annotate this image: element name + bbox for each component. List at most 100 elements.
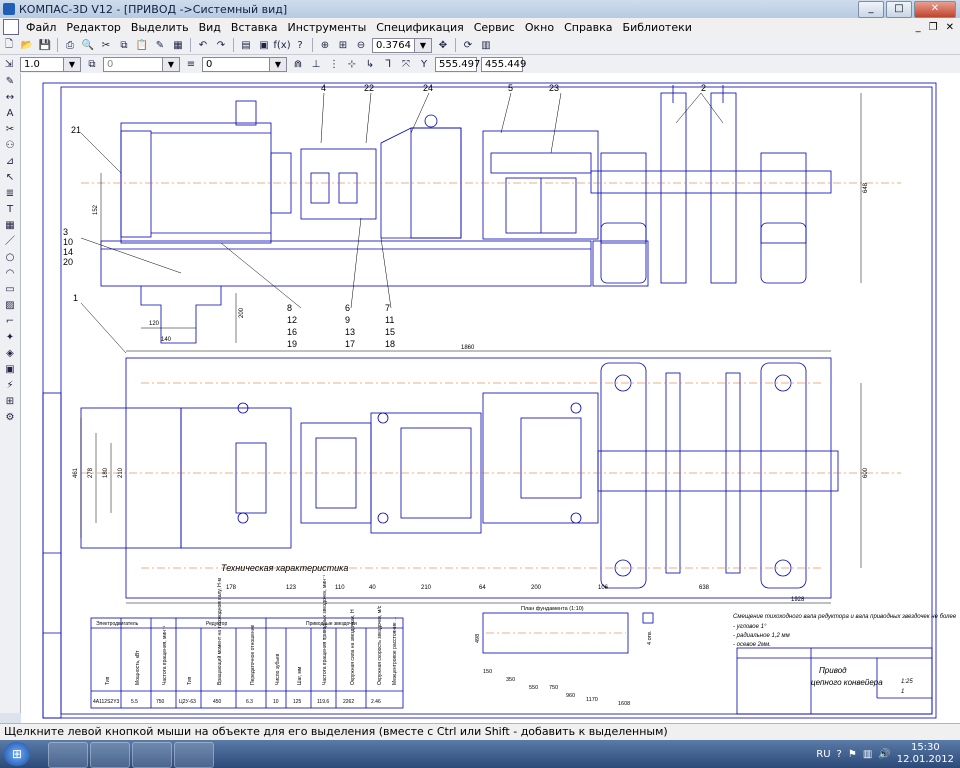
table-icon[interactable]: ▦ [2, 219, 18, 233]
menu-edit[interactable]: Редактор [61, 21, 126, 34]
help-pointer-icon[interactable]: ? [292, 38, 308, 52]
annotation-icon[interactable]: A [2, 107, 18, 121]
scale-combo[interactable]: 1.0 ▼ [20, 56, 81, 72]
clock[interactable]: 15:30 12.01.2012 [897, 742, 954, 766]
settings-icon[interactable]: ⚙ [2, 411, 18, 425]
print-icon[interactable]: ⎙ [62, 38, 78, 52]
fragment-icon[interactable]: ◈ [2, 347, 18, 361]
maximize-button[interactable]: □ [886, 1, 912, 18]
undo-icon[interactable]: ↶ [195, 38, 211, 52]
manager-icon[interactable]: ▤ [238, 38, 254, 52]
format-painter-icon[interactable]: ✎ [152, 38, 168, 52]
paste-icon[interactable]: 📋 [134, 38, 150, 52]
edit-icon[interactable]: ✂ [2, 123, 18, 137]
menu-libraries[interactable]: Библиотеки [618, 21, 697, 34]
measure-icon[interactable]: ⊿ [2, 155, 18, 169]
drawing-canvas[interactable]: 4 22 24 5 23 2 21 3 10 14 20 1 8 12 16 1… [21, 73, 960, 723]
chevron-down-icon[interactable]: ▼ [162, 57, 179, 71]
menu-help[interactable]: Справка [559, 21, 617, 34]
doc-close-button[interactable]: ✕ [946, 22, 954, 33]
geometry-icon[interactable]: ✎ [2, 75, 18, 89]
doc-minimize-button[interactable]: _ [916, 22, 921, 33]
circle-icon[interactable]: ○ [2, 251, 18, 265]
properties-icon[interactable]: ▦ [170, 38, 186, 52]
open-icon[interactable]: 📂 [19, 38, 35, 52]
style-value[interactable]: 0 [203, 58, 269, 71]
menu-file[interactable]: Файл [21, 21, 61, 34]
cut-icon[interactable]: ✂ [98, 38, 114, 52]
zoom-value[interactable]: 0.3764 [373, 39, 414, 52]
minimize-button[interactable]: _ [858, 1, 884, 18]
line-icon[interactable]: ／ [2, 235, 18, 249]
layer-value[interactable]: 0 [104, 58, 162, 71]
volume-icon[interactable]: 🔊 [878, 749, 890, 760]
drawing-sheet[interactable]: 4 22 24 5 23 2 21 3 10 14 20 1 8 12 16 1… [21, 73, 960, 723]
zoom-combo[interactable]: 0.3764 ▼ [372, 37, 432, 53]
zoom-window-icon[interactable]: ⊞ [335, 38, 351, 52]
copy-icon[interactable]: ⧉ [116, 38, 132, 52]
coord-y-field[interactable]: 455.449 [481, 56, 526, 72]
axis-icon[interactable]: ↳ [362, 57, 378, 71]
scale-value[interactable]: 1.0 [21, 58, 63, 71]
coord-x-field[interactable]: 555.497 [435, 56, 480, 72]
chrome-taskbar-icon[interactable] [90, 742, 130, 768]
dim-text: 178 [226, 585, 237, 591]
hatch-icon[interactable]: ▨ [2, 299, 18, 313]
redo-icon[interactable]: ↷ [213, 38, 229, 52]
menu-view[interactable]: Вид [194, 21, 226, 34]
parametrization-icon[interactable]: ⚇ [2, 139, 18, 153]
rect-icon[interactable]: ▭ [2, 283, 18, 297]
zoom-in-icon[interactable]: ⊕ [317, 38, 333, 52]
flag-icon[interactable]: ⚑ [848, 749, 857, 760]
chevron-down-icon[interactable]: ▼ [414, 38, 431, 52]
snap-icon[interactable]: ⇲ [1, 57, 17, 71]
pan-icon[interactable]: ✥ [435, 38, 451, 52]
magnet-icon[interactable]: ⋒ [290, 57, 306, 71]
menu-insert[interactable]: Вставка [226, 21, 283, 34]
text-icon[interactable]: T [2, 203, 18, 217]
leader-icon[interactable]: ⌐ [2, 315, 18, 329]
grid-icon[interactable]: ⋮ [326, 57, 342, 71]
document-icon[interactable] [3, 19, 19, 35]
local-cs-icon[interactable]: ⊹ [344, 57, 360, 71]
menu-select[interactable]: Выделить [126, 21, 194, 34]
network-icon[interactable]: ▥ [863, 749, 872, 760]
menu-service[interactable]: Сервис [469, 21, 520, 34]
select-icon[interactable]: ↖ [2, 171, 18, 185]
preview-icon[interactable]: 🔍 [80, 38, 96, 52]
snap-toggle-icon[interactable]: ⤧ [398, 57, 414, 71]
fx-icon[interactable]: f(x) [273, 38, 290, 52]
kompas-taskbar-icon[interactable] [174, 742, 214, 768]
arc-icon[interactable]: ◠ [2, 267, 18, 281]
help-icon[interactable]: ? [837, 749, 842, 760]
menu-specification[interactable]: Спецификация [371, 21, 468, 34]
chevron-down-icon[interactable]: ▼ [63, 57, 80, 71]
explorer-taskbar-icon[interactable] [132, 742, 172, 768]
mark-icon[interactable]: ✦ [2, 331, 18, 345]
style-icon[interactable]: ≡ [183, 57, 199, 71]
opera-taskbar-icon[interactable] [48, 742, 88, 768]
new-document-icon[interactable]: 🗋 [1, 38, 17, 52]
group-icon[interactable]: ⊞ [2, 395, 18, 409]
close-button[interactable]: ✕ [914, 1, 956, 18]
chevron-down-icon[interactable]: ▼ [269, 57, 286, 71]
variables-icon[interactable]: ▣ [256, 38, 272, 52]
menu-window[interactable]: Окно [520, 21, 559, 34]
refresh-icon[interactable]: ⟳ [460, 38, 476, 52]
dimensions-icon[interactable]: ↔ [2, 91, 18, 105]
round-icon[interactable]: ᒣ [380, 57, 396, 71]
language-indicator[interactable]: RU [816, 749, 830, 760]
macro-icon[interactable]: ⚡ [2, 379, 18, 393]
zoom-out-icon[interactable]: ⊖ [353, 38, 369, 52]
view-icon[interactable]: ▣ [2, 363, 18, 377]
display-mode-icon[interactable]: ▥ [478, 38, 494, 52]
menu-tools[interactable]: Инструменты [283, 21, 372, 34]
doc-restore-button[interactable]: ❐ [929, 22, 938, 33]
layer-combo[interactable]: 0 ▼ [103, 56, 180, 72]
save-icon[interactable]: 💾 [37, 38, 53, 52]
style-combo[interactable]: 0 ▼ [202, 56, 287, 72]
layer-icon[interactable]: ⧉ [84, 57, 100, 71]
spec-icon[interactable]: ≣ [2, 187, 18, 201]
ortho-icon[interactable]: ⊥ [308, 57, 324, 71]
start-button[interactable]: ⊞ [4, 742, 30, 766]
